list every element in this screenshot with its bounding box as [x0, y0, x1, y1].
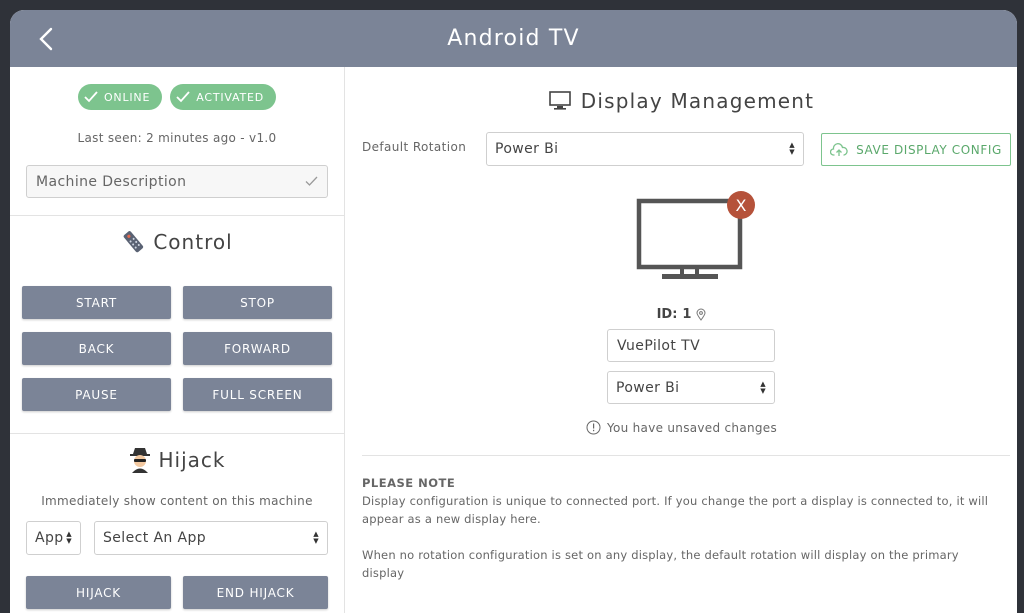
default-rotation-select[interactable]: Power Bi ▲ ▼: [486, 132, 804, 166]
check-icon: [176, 91, 190, 103]
display-management-heading: Display Management: [346, 89, 1017, 113]
save-display-config-button[interactable]: SAVE DISPLAY CONFIG: [821, 133, 1011, 166]
hijack-app-select[interactable]: Select An App ▲ ▼: [94, 521, 328, 555]
end-hijack-button[interactable]: END HIJACK: [183, 576, 328, 609]
full-screen-button[interactable]: FULL SCREEN: [183, 378, 332, 411]
divider: [10, 433, 345, 434]
app-window: Android TV ONLINE ACTIVATED Last seen: 2…: [10, 10, 1017, 613]
unsaved-changes-notice: You have unsaved changes: [346, 420, 1017, 435]
note-spacer: [362, 528, 1002, 546]
hijack-heading: Hijack: [10, 447, 344, 473]
page-title: Android TV: [447, 26, 580, 51]
location-pin-icon: [696, 308, 706, 321]
back-button[interactable]: [32, 24, 60, 54]
display-id: ID: 1: [346, 307, 1017, 322]
hijack-button[interactable]: HIJACK: [26, 576, 171, 609]
online-badge: ONLINE: [77, 84, 163, 110]
select-arrows-icon: ▲ ▼: [66, 530, 72, 545]
select-arrows-icon: ▲ ▼: [789, 141, 795, 156]
default-rotation-label: Default Rotation: [362, 140, 467, 154]
please-note-section: PLEASE NOTE Display configuration is uni…: [362, 474, 1002, 582]
note-text: When no rotation configuration is set on…: [362, 548, 959, 580]
select-arrows-icon: ▲ ▼: [313, 530, 319, 545]
status-badges: ONLINE ACTIVATED: [10, 84, 344, 110]
left-panel: ONLINE ACTIVATED Last seen: 2 minutes ag…: [10, 67, 345, 613]
note-title: PLEASE NOTE: [362, 476, 456, 490]
display-rotation-select[interactable]: Power Bi ▲ ▼: [607, 371, 775, 404]
divider: [362, 455, 1010, 456]
close-icon: X: [735, 195, 747, 215]
display-management-panel: Display Management Default Rotation Powe…: [346, 67, 1017, 613]
stop-button[interactable]: STOP: [183, 286, 332, 319]
alert-circle-icon: [586, 420, 601, 435]
note-text: Display configuration is unique to conne…: [362, 494, 989, 526]
remote-control-icon: [124, 231, 144, 253]
monitor-icon: [548, 91, 571, 110]
description-placeholder: Machine Description: [36, 173, 187, 190]
hijack-type-select[interactable]: App ▲ ▼: [26, 521, 81, 555]
spy-avatar-icon: [129, 448, 150, 473]
remove-display-button[interactable]: X: [727, 191, 755, 219]
title-bar: Android TV: [10, 10, 1017, 67]
check-icon: [84, 91, 98, 103]
cloud-upload-icon: [830, 142, 848, 156]
machine-description-input[interactable]: Machine Description: [26, 165, 328, 198]
start-button[interactable]: START: [22, 286, 171, 319]
divider: [10, 215, 345, 216]
pause-button[interactable]: PAUSE: [22, 378, 171, 411]
display-name-input[interactable]: VuePilot TV: [607, 329, 775, 362]
check-icon: [305, 176, 318, 186]
hijack-caption: Immediately show content on this machine: [41, 494, 313, 508]
activated-badge: ACTIVATED: [170, 84, 277, 110]
chevron-left-icon: [39, 27, 53, 51]
last-seen-text: Last seen: 2 minutes ago - v1.0: [77, 131, 277, 145]
forward-button[interactable]: FORWARD: [183, 332, 332, 365]
select-arrows-icon: ▲ ▼: [760, 379, 766, 395]
control-heading: Control: [10, 230, 344, 254]
back-nav-button[interactable]: BACK: [22, 332, 171, 365]
